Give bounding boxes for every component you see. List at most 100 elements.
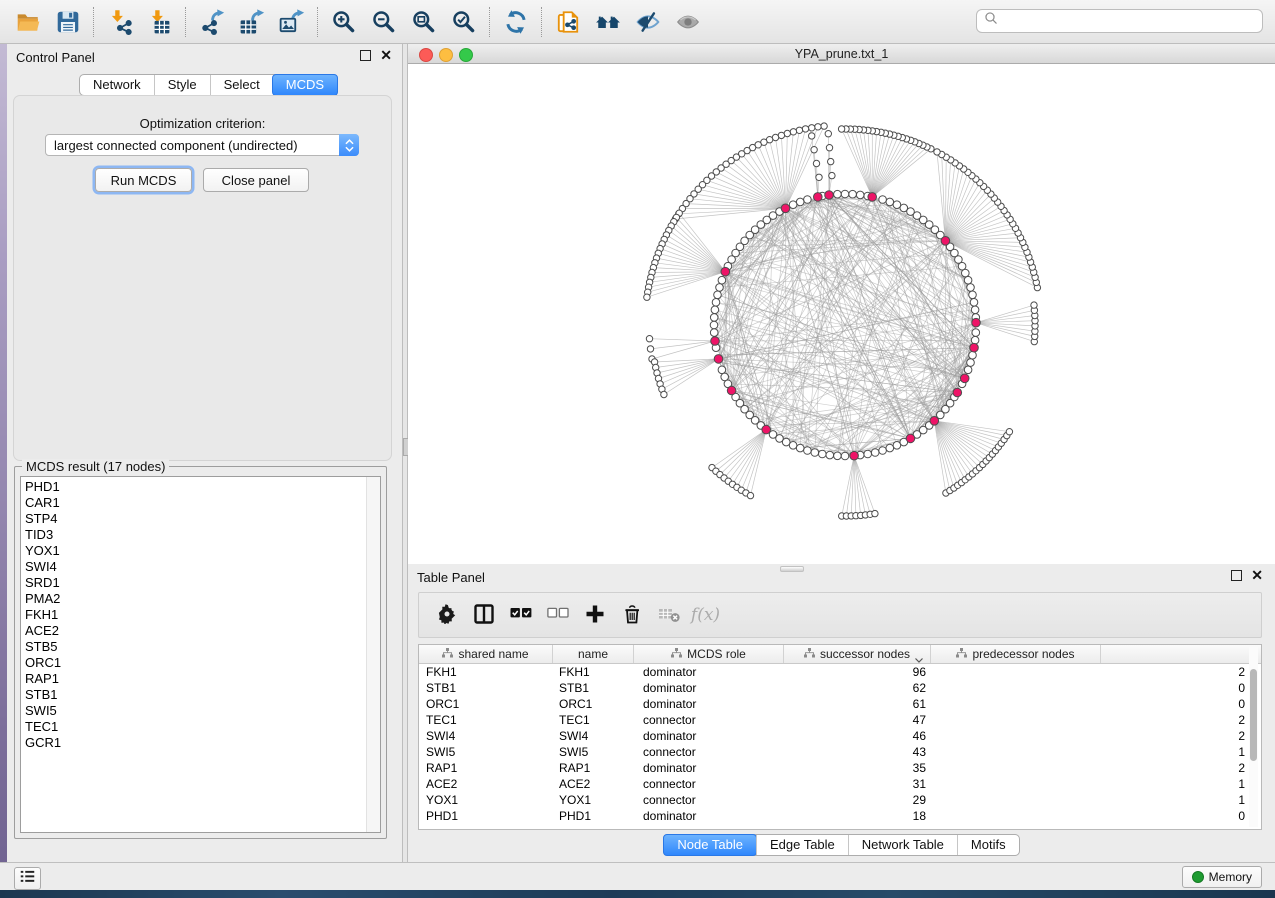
column-header-label: successor nodes xyxy=(820,647,910,661)
mcds-result-item[interactable]: SWI5 xyxy=(25,703,380,719)
optimization-criterion-select[interactable]: largest connected component (undirected) xyxy=(45,134,359,156)
tab-network[interactable]: Network xyxy=(80,75,154,95)
zoom-out-button[interactable] xyxy=(364,4,404,40)
hide-graphics-details-button[interactable] xyxy=(628,4,668,40)
tab-style[interactable]: Style xyxy=(154,75,210,95)
mcds-result-item[interactable]: YOX1 xyxy=(25,543,380,559)
column-type-icon xyxy=(442,647,453,661)
zoom-in-button[interactable] xyxy=(324,4,364,40)
column-header-label: predecessor nodes xyxy=(972,647,1074,661)
mcds-result-item[interactable]: TEC1 xyxy=(25,719,380,735)
cell: SWI5 xyxy=(559,745,631,759)
table-row-SWI4[interactable]: SWI4SWI4dominator462 xyxy=(419,728,1261,744)
tab-node-table[interactable]: Node Table xyxy=(663,834,757,856)
network-overview-button[interactable] xyxy=(588,4,628,40)
mcds-result-list[interactable]: PHD1CAR1STP4TID3YOX1SWI4SRD1PMA2FKH1ACE2… xyxy=(20,476,381,833)
deselect-all-rows-button[interactable] xyxy=(539,595,576,635)
cell: 35 xyxy=(819,761,926,775)
import-network-icon xyxy=(107,9,133,35)
delete-column-button[interactable] xyxy=(613,595,650,635)
table-row-YOX1[interactable]: YOX1YOX1connector291 xyxy=(419,792,1261,808)
import-table-button[interactable] xyxy=(140,4,180,40)
mcds-result-item[interactable]: SRD1 xyxy=(25,575,380,591)
table-scrollbar[interactable] xyxy=(1249,647,1258,827)
mcds-result-item[interactable]: ACE2 xyxy=(25,623,380,639)
column-header-shared-name[interactable]: shared name xyxy=(419,645,553,663)
column-header-label: shared name xyxy=(458,647,528,661)
memory-button[interactable]: Memory xyxy=(1182,866,1262,888)
table-row-RAP1[interactable]: RAP1RAP1dominator352 xyxy=(419,760,1261,776)
network-overview-icon xyxy=(595,9,621,35)
mcds-result-item[interactable]: STP4 xyxy=(25,511,380,527)
mcds-result-item[interactable]: STB5 xyxy=(25,639,380,655)
import-network-button[interactable] xyxy=(100,4,140,40)
table-row-STB1[interactable]: STB1STB1dominator620 xyxy=(419,680,1261,696)
toolbar-separator xyxy=(317,7,319,37)
close-panel-button[interactable]: Close panel xyxy=(203,168,309,192)
share-document-button[interactable] xyxy=(548,4,588,40)
refresh-layout-button[interactable] xyxy=(496,4,536,40)
float-table-panel-icon[interactable] xyxy=(1231,570,1242,581)
status-bar: Memory xyxy=(0,862,1275,890)
tab-mcds[interactable]: MCDS xyxy=(272,74,338,96)
zoom-selected-button[interactable] xyxy=(444,4,484,40)
close-panel-icon[interactable]: ✕ xyxy=(380,50,392,61)
mcds-result-item[interactable]: RAP1 xyxy=(25,671,380,687)
table-row-ORC1[interactable]: ORC1ORC1dominator610 xyxy=(419,696,1261,712)
mcds-result-item[interactable]: GCR1 xyxy=(25,735,380,751)
search-input[interactable] xyxy=(1004,11,1262,31)
close-table-panel-icon[interactable]: ✕ xyxy=(1251,570,1263,581)
share-document-icon xyxy=(555,9,581,35)
table-row-ACE2[interactable]: ACE2ACE2connector311 xyxy=(419,776,1261,792)
mcds-result-item[interactable]: SWI4 xyxy=(25,559,380,575)
float-panel-icon[interactable] xyxy=(360,50,371,61)
tab-select[interactable]: Select xyxy=(210,75,273,95)
network-view-canvas[interactable] xyxy=(408,64,1275,564)
open-file-button[interactable] xyxy=(8,4,48,40)
tab-edge-table[interactable]: Edge Table xyxy=(756,835,848,855)
select-all-rows-button[interactable] xyxy=(502,595,539,635)
run-mcds-button[interactable]: Run MCDS xyxy=(95,168,192,192)
mcds-result-item[interactable]: ORC1 xyxy=(25,655,380,671)
column-visibility-button[interactable] xyxy=(465,595,502,635)
cell: connector xyxy=(643,713,779,727)
open-file-icon xyxy=(15,9,41,35)
column-header-name[interactable]: name xyxy=(553,645,634,663)
tab-motifs[interactable]: Motifs xyxy=(957,835,1019,855)
export-table-button[interactable] xyxy=(232,4,272,40)
column-header-MCDS-role[interactable]: MCDS role xyxy=(634,645,784,663)
mcds-result-item[interactable]: CAR1 xyxy=(25,495,380,511)
mcds-result-item[interactable]: STB1 xyxy=(25,687,380,703)
deselect-all-rows-icon xyxy=(547,602,569,629)
show-graphics-details-button xyxy=(668,4,708,40)
cell: RAP1 xyxy=(559,761,631,775)
export-image-button[interactable] xyxy=(272,4,312,40)
cell: connector xyxy=(643,745,779,759)
mcds-list-scrollbar[interactable] xyxy=(366,477,380,832)
cell: 96 xyxy=(819,665,926,679)
node-table: shared name nameMCDS role successor nodes p… xyxy=(418,644,1262,830)
mcds-result-item[interactable]: FKH1 xyxy=(25,607,380,623)
delete-column-icon xyxy=(621,602,643,629)
tab-network-table[interactable]: Network Table xyxy=(848,835,957,855)
add-column-button[interactable] xyxy=(576,595,613,635)
table-row-PHD1[interactable]: PHD1PHD1dominator180 xyxy=(419,808,1261,824)
cell: 46 xyxy=(819,729,926,743)
table-row-TEC1[interactable]: TEC1TEC1connector472 xyxy=(419,712,1261,728)
column-header-predecessor-nodes[interactable]: predecessor nodes xyxy=(931,645,1101,663)
network-window-titlebar[interactable]: YPA_prune.txt_1 xyxy=(408,44,1275,64)
column-header-successor-nodes[interactable]: successor nodes xyxy=(784,645,931,663)
zoom-fit-button[interactable] xyxy=(404,4,444,40)
mcds-result-item[interactable]: PHD1 xyxy=(25,479,380,495)
cell: FKH1 xyxy=(559,665,631,679)
export-network-button[interactable] xyxy=(192,4,232,40)
cell: FKH1 xyxy=(426,665,546,679)
task-history-button[interactable] xyxy=(14,867,41,890)
toolbar-separator xyxy=(93,7,95,37)
table-row-SWI5[interactable]: SWI5SWI5connector431 xyxy=(419,744,1261,760)
mcds-result-item[interactable]: PMA2 xyxy=(25,591,380,607)
mcds-result-item[interactable]: TID3 xyxy=(25,527,380,543)
table-row-FKH1[interactable]: FKH1FKH1dominator962 xyxy=(419,664,1261,680)
table-settings-gear-button[interactable] xyxy=(428,595,465,635)
save-session-button[interactable] xyxy=(48,4,88,40)
